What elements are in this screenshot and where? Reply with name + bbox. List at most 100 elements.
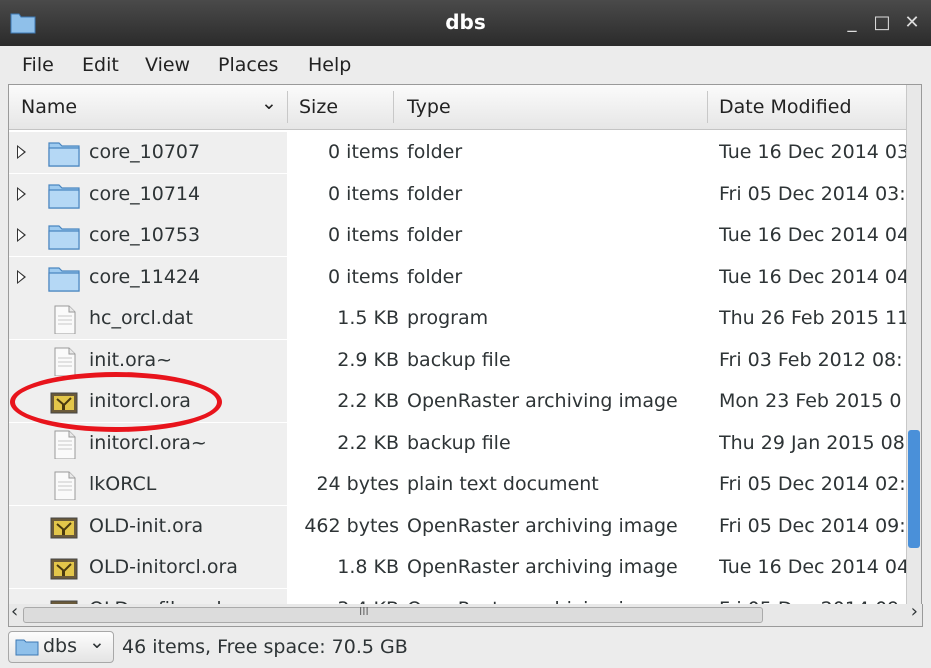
name-cell: initorcl.ora [9, 381, 287, 422]
file-name: OLD-initorcl.ora [89, 556, 238, 578]
menu-file[interactable]: File [22, 54, 54, 76]
name-cell: core_10707 [9, 132, 287, 173]
file-date-modified: Fri 03 Feb 2012 08: [719, 348, 903, 371]
scroll-left-arrow[interactable]: ‹ [11, 601, 18, 622]
table-row[interactable]: OLD-initorcl.ora 1.8 KB OpenRaster archivi… [9, 547, 921, 589]
file-type: backup file [407, 348, 511, 371]
table-row[interactable]: OLD-init.ora 462 bytes OpenRaster archivin… [9, 505, 921, 548]
close-button[interactable]: ✕ [900, 12, 924, 34]
file-type: folder [407, 224, 463, 246]
file-name: initorcl.ora [89, 390, 191, 412]
column-date-modified[interactable]: Date Modified [719, 85, 852, 129]
name-cell: lkORCL [9, 464, 287, 505]
menu-edit[interactable]: Edit [82, 54, 119, 76]
file-date-modified: Fri 05 Dec 2014 09: [719, 514, 906, 537]
file-name: core_10753 [89, 224, 201, 246]
folder-icon [48, 266, 80, 292]
horizontal-scrollbar[interactable]: ‹ III › [8, 601, 923, 627]
column-size[interactable]: Size [299, 85, 338, 129]
file-size: 2.2 KB [337, 431, 399, 454]
expand-arrow-icon[interactable] [17, 228, 26, 242]
file-type: OpenRaster archiving image [407, 390, 678, 412]
menu-bar: File Edit View Places Help [0, 46, 931, 84]
image-icon [50, 558, 78, 580]
file-date-modified: Thu 29 Jan 2015 08 [719, 431, 905, 454]
folder-icon [48, 142, 80, 167]
menu-places[interactable]: Places [218, 54, 278, 76]
file-date-modified: Tue 16 Dec 2014 03 [719, 141, 907, 163]
file-type: OpenRaster archiving image [407, 556, 678, 578]
name-cell: hc_orcl.dat [9, 298, 287, 339]
vertical-scroll-thumb[interactable] [908, 430, 920, 548]
status-bar: dbs ⌄ 46 items, Free space: 70.5 GB [0, 627, 931, 668]
document-icon [54, 471, 76, 500]
column-type[interactable]: Type [407, 85, 451, 129]
document-icon [54, 430, 76, 459]
menu-help[interactable]: Help [308, 54, 351, 76]
expand-arrow-icon[interactable] [17, 186, 26, 201]
name-cell: core_10753 [9, 215, 287, 256]
file-name: initorcl.ora~ [89, 431, 207, 454]
file-type: backup file [407, 431, 511, 454]
file-list[interactable]: Name ⌄ Size Type Date Modified core_1070… [8, 84, 922, 606]
table-row[interactable]: lkORCL 24 bytes plain text document Fri 05 … [9, 464, 921, 506]
table-row[interactable]: core_11424 0 items folder Tue 16 Dec 2014 0… [9, 256, 921, 299]
minimize-button[interactable]: _ [840, 12, 864, 34]
file-size: 0 items [328, 141, 399, 163]
scroll-grip: III [359, 605, 369, 618]
file-name: init.ora~ [89, 348, 173, 371]
location-label: dbs [43, 635, 78, 657]
file-date-modified: Fri 05 Dec 2014 02: [719, 473, 906, 495]
location-button[interactable]: dbs ⌄ [8, 631, 114, 663]
horizontal-scroll-thumb[interactable]: III [23, 605, 763, 623]
maximize-button[interactable]: □ [870, 12, 894, 34]
expand-arrow-icon[interactable] [17, 269, 26, 284]
image-icon [50, 517, 78, 538]
folder-icon [48, 225, 80, 250]
column-name[interactable]: Name [21, 85, 77, 129]
file-date-modified: Tue 16 Dec 2014 04 [719, 265, 907, 288]
file-name: hc_orcl.dat [89, 307, 193, 329]
file-size: 0 items [328, 265, 399, 288]
file-size: 2.2 KB [337, 390, 399, 412]
menu-view[interactable]: View [145, 54, 190, 76]
file-name: OLD-init.ora [89, 514, 204, 537]
file-type: folder [407, 182, 463, 205]
scroll-right-arrow[interactable]: › [911, 601, 918, 622]
sort-chevron-icon[interactable]: ⌄ [261, 85, 277, 125]
table-row[interactable]: initorcl.ora~ 2.2 KB backup file Thu 29 Jan… [9, 422, 921, 465]
table-row[interactable]: initorcl.ora 2.2 KB OpenRaster archiving i… [9, 381, 921, 423]
name-cell: core_10714 [9, 173, 287, 215]
column-divider[interactable] [287, 91, 288, 123]
vertical-scrollbar[interactable] [906, 85, 921, 605]
column-divider[interactable] [707, 91, 708, 123]
file-name: lkORCL [89, 473, 157, 495]
chevron-down-icon: ⌄ [89, 631, 105, 653]
file-date-modified: Tue 16 Dec 2014 04 [719, 556, 907, 578]
file-type: folder [407, 265, 463, 288]
table-row[interactable]: core_10707 0 items folder Tue 16 Dec 2014 0… [9, 132, 921, 174]
table-row[interactable]: core_10714 0 items folder Fri 05 Dec 2014 0… [9, 173, 921, 216]
file-type: folder [407, 141, 463, 163]
file-date-modified: Fri 05 Dec 2014 03: [719, 182, 906, 205]
file-date-modified: Thu 26 Feb 2015 11 [719, 307, 907, 329]
document-icon [54, 305, 76, 334]
file-date-modified: Tue 16 Dec 2014 04 [719, 224, 907, 246]
folder-icon [15, 639, 39, 656]
column-divider[interactable] [393, 91, 394, 123]
file-size: 0 items [328, 182, 399, 205]
file-size: 462 bytes [304, 514, 399, 537]
file-size: 0 items [328, 224, 399, 246]
expand-arrow-icon[interactable] [17, 145, 26, 159]
file-name: core_10707 [89, 141, 201, 163]
file-name: core_11424 [89, 265, 201, 288]
file-type: OpenRaster archiving image [407, 514, 678, 537]
table-row[interactable]: hc_orcl.dat 1.5 KB program Thu 26 Feb 2015 … [9, 298, 921, 340]
table-row[interactable]: core_10753 0 items folder Tue 16 Dec 2014 0… [9, 215, 921, 257]
name-cell: OLD-init.ora [9, 505, 287, 547]
file-type: plain text document [407, 473, 599, 495]
file-name: core_10714 [89, 182, 201, 205]
window-title: dbs [445, 10, 486, 34]
name-cell: core_11424 [9, 256, 287, 298]
table-row[interactable]: init.ora~ 2.9 KB backup file Fri 03 Feb 201… [9, 339, 921, 382]
